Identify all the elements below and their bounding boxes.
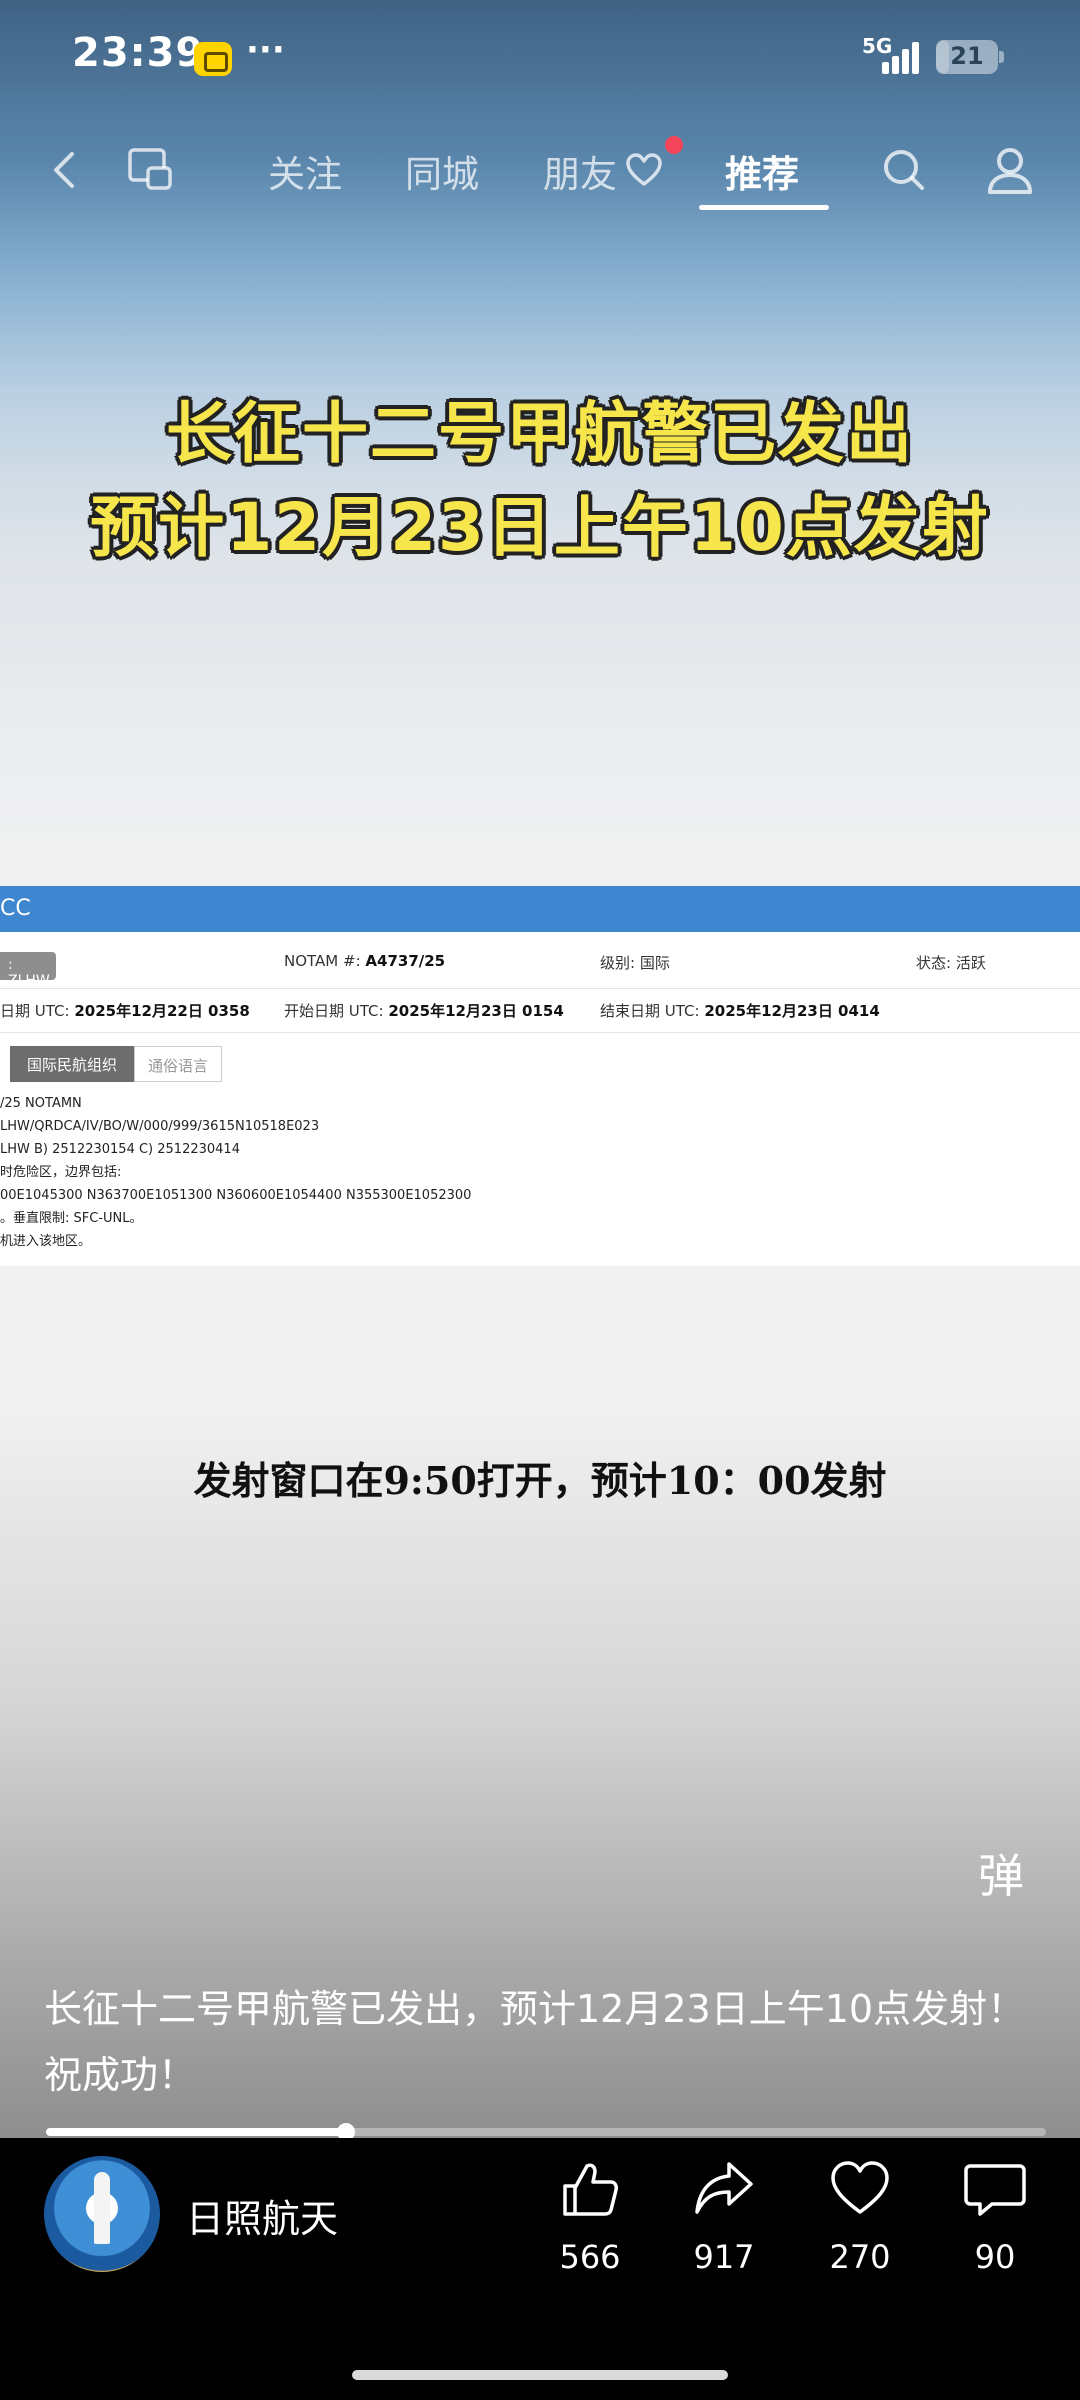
- video-player[interactable]: 长征十二号甲航警已发出 预计12月23日上午10点发射 CC : ZLHW NO…: [0, 0, 1080, 2138]
- author-name[interactable]: 日照航天: [186, 2188, 338, 2243]
- notam-text-line: 。垂直限制: SFC-UNL。: [0, 1211, 143, 1226]
- tab-friends[interactable]: 朋友: [543, 144, 617, 198]
- notam-text-line: 00E1045300 N363700E1051300 N360600E10544…: [0, 1188, 472, 1203]
- notam-start-label: 开始日期 UTC:: [284, 1002, 384, 1020]
- battery-percent: 21: [950, 42, 984, 70]
- share-icon: [695, 2162, 753, 2214]
- tab-recommend[interactable]: 推荐: [725, 144, 799, 198]
- divider: [0, 988, 1080, 989]
- comment-count: 90: [974, 2238, 1016, 2276]
- tab-nearby[interactable]: 同城: [405, 144, 479, 198]
- app-notification-icon: [194, 42, 232, 76]
- notam-level: 级别: 国际: [600, 952, 670, 973]
- notam-issue-date: 日期 UTC: 2025年12月22日 0358: [0, 1000, 250, 1021]
- heart-outline-icon: [624, 150, 664, 190]
- tab-following[interactable]: 关注: [268, 144, 342, 198]
- author-avatar[interactable]: [44, 2156, 160, 2272]
- notam-end-label: 结束日期 UTC:: [600, 1002, 700, 1020]
- comment-button[interactable]: 90: [955, 2156, 1035, 2276]
- notam-issue-value: 2025年12月22日 0358: [74, 1002, 250, 1020]
- user-icon[interactable]: [982, 142, 1038, 198]
- signal-icon: [882, 40, 922, 74]
- notam-text-line: LHW/QRDCA/IV/BO/W/000/999/3615N10518E023: [0, 1119, 320, 1134]
- notification-dot: [665, 136, 683, 154]
- share-button[interactable]: 917: [684, 2156, 764, 2276]
- like-count: 566: [559, 2238, 621, 2276]
- video-progress-bar[interactable]: [46, 2123, 1046, 2138]
- progress-fill: [46, 2128, 346, 2136]
- notam-issue-label: 日期 UTC:: [0, 1002, 70, 1020]
- more-notifications-icon: ···: [246, 30, 285, 70]
- heart-icon: [831, 2161, 889, 2214]
- notam-text-line: LHW B) 2512230154 C) 2512230414: [0, 1142, 240, 1157]
- bottom-bar: 日照航天 566 917 270 90: [0, 2138, 1080, 2400]
- notam-airspace-chip: : ZLHW: [0, 952, 56, 989]
- notam-state-label: 状态:: [916, 954, 952, 972]
- notam-level-label: 级别:: [600, 954, 636, 972]
- chevron-left-icon[interactable]: [38, 142, 94, 198]
- notam-start-date: 开始日期 UTC: 2025年12月23日 0154: [284, 1000, 564, 1021]
- notam-header-bar: CC: [0, 886, 1080, 932]
- danmaku-toggle-button[interactable]: 弹: [978, 1840, 1024, 1906]
- notam-text-line: /25 NOTAMN: [0, 1096, 82, 1111]
- notam-text-line: 机进入该地区。: [0, 1234, 92, 1249]
- notam-tab-plain: 通俗语言: [134, 1046, 222, 1082]
- notam-end-value: 2025年12月23日 0414: [704, 1002, 880, 1020]
- progress-knob[interactable]: [337, 2123, 355, 2138]
- comment-icon: [964, 2164, 1026, 2216]
- notam-start-value: 2025年12月23日 0154: [388, 1002, 564, 1020]
- top-navigation: 关注 同城 朋友 推荐: [0, 120, 1080, 220]
- video-headline-line2: 预计12月23日上午10点发射: [90, 489, 990, 566]
- notam-text-line: 时危险区，边界包括:: [0, 1165, 122, 1180]
- notam-end-date: 结束日期 UTC: 2025年12月23日 0414: [600, 1000, 880, 1021]
- notam-number: NOTAM #: A4737/25: [284, 952, 445, 970]
- favorite-button[interactable]: 270: [820, 2156, 900, 2276]
- video-description[interactable]: 长征十二号甲航警已发出，预计12月23日上午10点发射！祝成功！: [44, 1976, 1034, 2108]
- notam-level-value: 国际: [639, 954, 670, 972]
- search-icon[interactable]: [876, 142, 932, 198]
- notam-state-value: 活跃: [955, 954, 986, 972]
- share-count: 917: [693, 2238, 755, 2276]
- status-time: 23:39: [72, 30, 205, 76]
- favorite-count: 270: [829, 2238, 891, 2276]
- thumbs-up-icon: [563, 2163, 618, 2216]
- home-indicator[interactable]: [352, 2370, 728, 2380]
- notam-number-value: A4737/25: [365, 952, 446, 970]
- battery-icon: 21: [936, 40, 1004, 74]
- divider: [0, 1032, 1080, 1033]
- small-window-icon[interactable]: [122, 142, 178, 198]
- notam-state: 状态: 活跃: [916, 952, 986, 973]
- like-button[interactable]: 566: [550, 2156, 630, 2276]
- active-tab-indicator: [699, 205, 829, 210]
- notam-number-label: NOTAM #:: [284, 952, 361, 970]
- notam-tab-icao: 国际民航组织: [10, 1046, 134, 1082]
- video-subtitle: 发射窗口在9:50打开，预计10：00发射: [193, 1458, 887, 1503]
- video-headline-line1: 长征十二号甲航警已发出: [166, 395, 914, 472]
- notam-document: CC : ZLHW NOTAM #: A4737/25 级别: 国际 状态: 活…: [0, 886, 1080, 1266]
- status-bar: 23:39 ··· 5G 21: [0, 0, 1080, 120]
